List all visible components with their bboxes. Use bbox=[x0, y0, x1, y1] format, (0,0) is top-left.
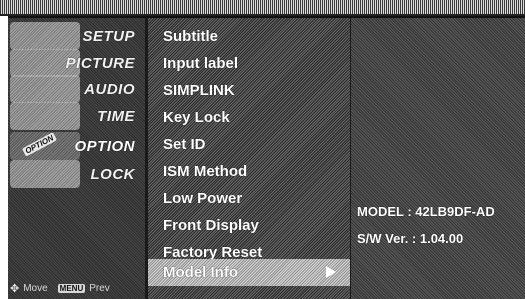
sidebar-item-lock[interactable]: LOCK bbox=[8, 158, 145, 190]
menu-item-label: Low Power bbox=[163, 190, 243, 207]
sidebar: SETUP PICTURE AUDIO TIME OPTION OPTION L… bbox=[8, 18, 145, 299]
menu-item-label: SIMPLINK bbox=[163, 82, 235, 99]
menu-item-label: Model Info bbox=[163, 264, 238, 281]
sidebar-item-label: AUDIO bbox=[84, 80, 135, 98]
menu-item-label: Input label bbox=[163, 55, 238, 72]
prev-label: Prev bbox=[89, 283, 110, 294]
sidebar-item-label: TIME bbox=[97, 107, 135, 125]
arrow-right-icon bbox=[326, 266, 336, 278]
model-info-panel: MODEL : 42LB9DF-AD S/W Ver. : 1.04.00 bbox=[351, 18, 525, 299]
help-bar: ✥ Move MENU Prev bbox=[10, 282, 110, 295]
sidebar-item-label: PICTURE bbox=[65, 54, 135, 72]
sidebar-item-label: LOCK bbox=[90, 165, 135, 183]
software-version-text: S/W Ver. : 1.04.00 bbox=[357, 231, 464, 246]
menu-item-ism-method[interactable]: ISM Method bbox=[148, 158, 350, 185]
sidebar-item-time[interactable]: TIME bbox=[8, 100, 145, 132]
move-label: Move bbox=[23, 283, 48, 294]
top-border bbox=[0, 0, 525, 16]
menu-item-input-label[interactable]: Input label bbox=[148, 50, 350, 77]
menu-item-label: ISM Method bbox=[163, 163, 248, 180]
menu-item-label: Front Display bbox=[163, 217, 259, 234]
menu-item-model-info[interactable]: Model Info bbox=[148, 259, 350, 286]
menu-item-simplink[interactable]: SIMPLINK bbox=[148, 77, 350, 104]
menu-item-set-id[interactable]: Set ID bbox=[148, 131, 350, 158]
tv-menu-screen: SETUP PICTURE AUDIO TIME OPTION OPTION L… bbox=[0, 0, 525, 299]
menu-item-subtitle[interactable]: Subtitle bbox=[148, 23, 350, 50]
move-icon: ✥ bbox=[10, 283, 20, 295]
lock-icon bbox=[10, 160, 80, 188]
sidebar-item-label: SETUP bbox=[82, 27, 135, 45]
menu-item-label: Key Lock bbox=[163, 109, 230, 126]
audio-icon bbox=[10, 75, 80, 103]
time-icon bbox=[10, 102, 80, 130]
option-menu: Subtitle Input label SIMPLINK Key Lock S… bbox=[148, 18, 350, 299]
sidebar-item-label: OPTION bbox=[74, 137, 135, 155]
menu-item-label: Set ID bbox=[163, 136, 206, 153]
menu-item-key-lock[interactable]: Key Lock bbox=[148, 104, 350, 131]
menu-item-low-power[interactable]: Low Power bbox=[148, 185, 350, 212]
menu-key-icon: MENU bbox=[57, 284, 86, 293]
menu-item-label: Subtitle bbox=[163, 28, 218, 45]
setup-icon bbox=[10, 22, 80, 50]
menu-item-front-display[interactable]: Front Display bbox=[148, 212, 350, 239]
model-text: MODEL : 42LB9DF-AD bbox=[357, 204, 495, 219]
